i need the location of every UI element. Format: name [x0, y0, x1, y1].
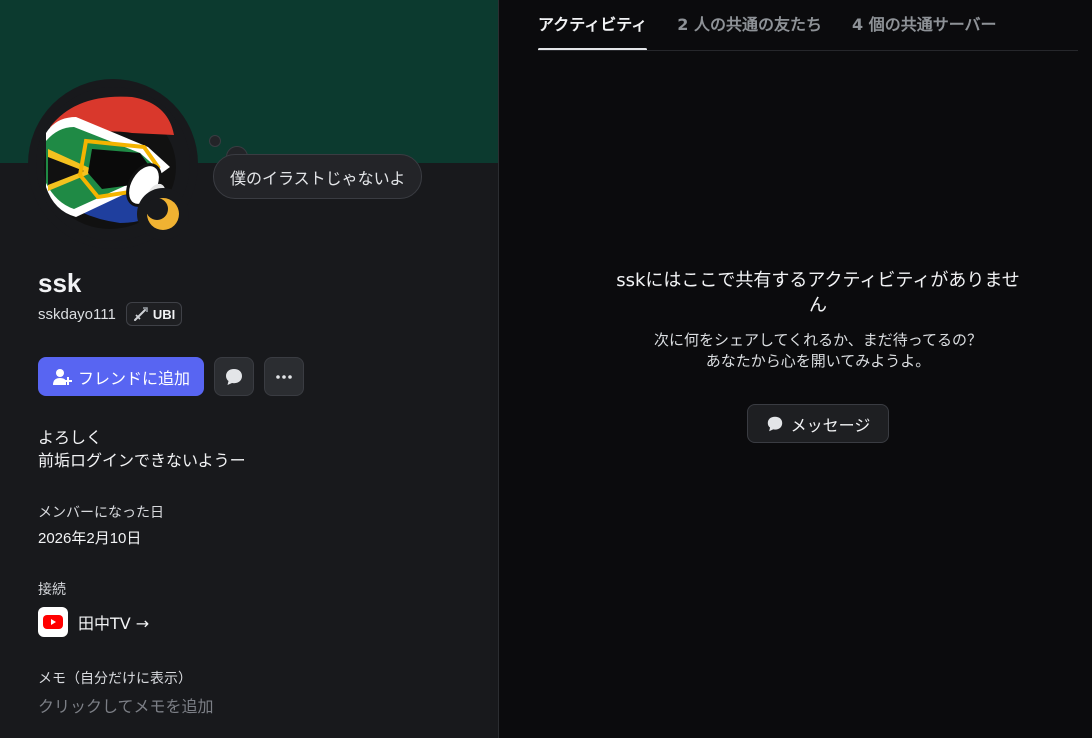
profile-panel: 僕のイラストじゃないよ ssk sskdayo111 UBI フレンドに追加 よ…	[0, 0, 499, 738]
clan-tag-label: UBI	[152, 306, 176, 322]
profile-bio: よろしく 前垢ログインできないようー	[38, 426, 246, 472]
chat-bubble-icon	[767, 416, 782, 431]
youtube-icon	[38, 607, 68, 637]
add-friend-button[interactable]: フレンドに追加	[38, 357, 205, 396]
tab-mutual-servers[interactable]: 4 個の共通サーバー	[852, 0, 997, 51]
tabs-divider	[538, 50, 1078, 51]
ellipsis-icon	[276, 374, 292, 379]
empty-subtitle-line: 次に何をシェアしてくれるか、まだ待ってるの？	[653, 331, 983, 349]
tab-activity[interactable]: アクティビティ	[538, 0, 648, 51]
username-row: sskdayo111 UBI	[38, 302, 183, 326]
display-name: ssk	[38, 268, 82, 298]
crossed-swords-icon	[133, 307, 148, 321]
profile-tabs: アクティビティ 2 人の共通の友たち 4 個の共通サーバー	[538, 0, 997, 51]
status-bubble-dot	[209, 135, 221, 147]
empty-subtitle-line: あなたから心を開いてみようよ。	[705, 352, 931, 370]
bio-line: よろしく	[38, 428, 103, 447]
send-message-button[interactable]: メッセージ	[747, 404, 889, 443]
send-message-label: メッセージ	[790, 415, 871, 435]
bio-line: 前垢ログインできないようー	[38, 451, 246, 470]
username: sskdayo111	[38, 305, 116, 323]
chat-bubble-icon	[226, 368, 243, 385]
tab-mutual-friends[interactable]: 2 人の共通の友たち	[677, 0, 822, 51]
connection-name: 田中TV →	[78, 614, 150, 633]
add-user-icon	[53, 368, 72, 385]
more-options-button[interactable]	[264, 357, 305, 396]
idle-status-icon	[146, 198, 179, 230]
note-input[interactable]: クリックしてメモを追加	[38, 693, 214, 717]
empty-activity-title: sskにはここで共有するアクティビティがありません	[616, 270, 1020, 316]
member-since-label: メンバーになった日	[38, 505, 164, 521]
clan-tag[interactable]: UBI	[125, 302, 183, 326]
connections-label: 接続	[38, 582, 66, 598]
profile-actions: フレンドに追加	[38, 357, 305, 396]
empty-activity-subtitle: 次に何をシェアしてくれるか、まだ待ってるの？ あなたから心を開いてみようよ。	[600, 330, 1036, 372]
member-since-date: 2026年2月10日	[38, 530, 142, 547]
add-friend-label: フレンドに追加	[78, 370, 191, 388]
connection-youtube[interactable]: 田中TV →	[38, 607, 149, 637]
custom-status-bubble: 僕のイラストじゃないよ	[213, 154, 423, 199]
note-label: メモ（自分だけに表示）	[38, 671, 192, 687]
message-button[interactable]	[214, 357, 255, 396]
